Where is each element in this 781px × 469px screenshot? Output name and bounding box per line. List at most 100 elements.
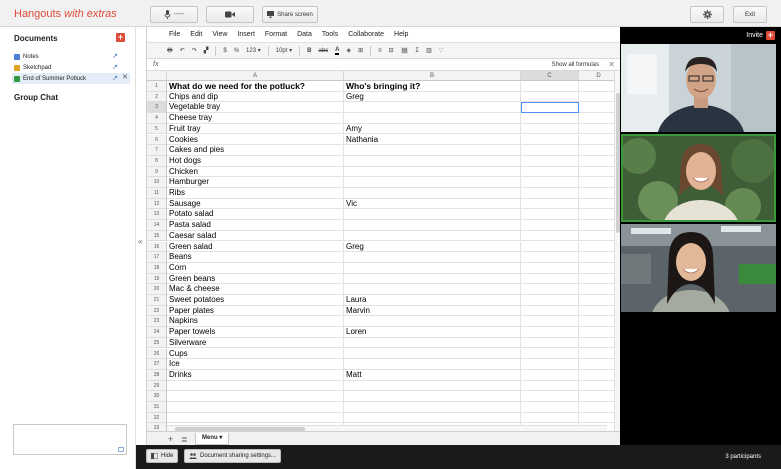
row-header[interactable]: 17	[147, 252, 167, 263]
table-cell[interactable]	[344, 102, 521, 114]
formula-bar[interactable]: fx Show all formulas ✕	[147, 60, 621, 71]
table-cell[interactable]	[344, 177, 521, 188]
table-cell[interactable]: Loren	[344, 327, 521, 338]
row-header[interactable]: 33	[147, 423, 167, 431]
paint-format-icon[interactable]: ▞	[204, 47, 209, 54]
table-cell[interactable]	[521, 316, 579, 328]
table-cell[interactable]	[579, 209, 615, 221]
table-cell[interactable]: Green salad	[167, 241, 344, 253]
font-size-dropdown[interactable]: 10pt ▾	[276, 47, 292, 54]
table-cell[interactable]: Greg	[344, 241, 521, 253]
table-cell[interactable]	[521, 369, 579, 381]
menu-item-data[interactable]: Data	[297, 31, 312, 38]
row-header[interactable]: 26	[147, 348, 167, 360]
table-cell[interactable]: Nathania	[344, 134, 521, 146]
table-cell[interactable]	[521, 295, 579, 306]
table-cell[interactable]	[344, 188, 521, 199]
table-cell[interactable]: Sweet potatoes	[167, 295, 344, 306]
table-cell[interactable]	[167, 380, 344, 392]
text-color-icon[interactable]: A	[335, 47, 340, 55]
table-cell[interactable]: Cookies	[167, 134, 344, 146]
table-cell[interactable]	[344, 284, 521, 295]
table-cell[interactable]: Caesar salad	[167, 230, 344, 242]
add-sheet-icon[interactable]: +	[168, 434, 173, 444]
row-header[interactable]: 10	[147, 177, 167, 188]
row-header[interactable]: 3	[147, 102, 167, 114]
select-all-corner[interactable]	[147, 71, 167, 81]
table-cell[interactable]	[521, 327, 579, 338]
table-cell[interactable]: Chips and dip	[167, 91, 344, 103]
table-cell[interactable]: Silverware	[167, 337, 344, 349]
table-cell[interactable]: Paper plates	[167, 305, 344, 317]
table-cell[interactable]	[521, 166, 579, 178]
table-cell[interactable]: Matt	[344, 369, 521, 381]
close-icon[interactable]: ✕	[608, 60, 615, 69]
table-cell[interactable]	[579, 135, 615, 146]
wrap-text-icon[interactable]: ▤	[400, 47, 409, 54]
borders-icon[interactable]: ⊞	[358, 47, 363, 54]
table-cell[interactable]: Vegetable tray	[167, 102, 344, 114]
table-cell[interactable]	[344, 230, 521, 242]
table-cell[interactable]	[521, 91, 579, 103]
column-header-d[interactable]: D	[579, 71, 615, 81]
row-header[interactable]: 22	[147, 305, 167, 317]
hide-button[interactable]: Hide	[146, 449, 179, 463]
table-cell[interactable]	[521, 402, 579, 413]
menu-item-help[interactable]: Help	[394, 31, 408, 38]
table-cell[interactable]	[521, 220, 579, 231]
table-cell[interactable]	[344, 359, 521, 370]
row-header[interactable]: 29	[147, 380, 167, 392]
table-cell[interactable]	[579, 177, 615, 188]
table-cell[interactable]	[579, 252, 615, 263]
table-cell[interactable]	[579, 188, 615, 199]
participant-video-3[interactable]	[621, 224, 776, 312]
table-cell[interactable]: Cheese tray	[167, 113, 344, 124]
table-cell[interactable]	[344, 166, 521, 178]
close-icon[interactable]: ✕	[122, 73, 128, 81]
table-cell[interactable]	[521, 284, 579, 295]
open-in-new-icon[interactable]: ↗	[112, 74, 118, 82]
open-in-new-icon[interactable]: ↗	[112, 52, 118, 60]
table-cell[interactable]	[167, 402, 344, 413]
undo-icon[interactable]: ↶	[180, 47, 185, 54]
row-header[interactable]: 18	[147, 262, 167, 274]
table-cell[interactable]: Paper towels	[167, 327, 344, 338]
add-document-button[interactable]: +	[116, 33, 125, 42]
table-cell[interactable]	[344, 145, 521, 156]
redo-icon[interactable]: ↷	[192, 47, 197, 54]
table-cell[interactable]: Fruit tray	[167, 123, 344, 135]
table-cell[interactable]	[579, 402, 615, 413]
table-cell[interactable]: Chicken	[167, 166, 344, 178]
table-cell[interactable]	[167, 391, 344, 402]
currency-button[interactable]: $	[223, 48, 226, 54]
table-cell[interactable]	[344, 380, 521, 392]
table-cell[interactable]	[521, 155, 579, 167]
chart-icon[interactable]: ▥	[426, 47, 432, 54]
sheet-menu-tab[interactable]: Menu ▾	[195, 433, 230, 445]
menu-item-insert[interactable]: Insert	[237, 31, 255, 38]
table-cell[interactable]: Hamburger	[167, 177, 344, 188]
table-cell[interactable]	[521, 198, 579, 210]
table-cell[interactable]	[579, 381, 615, 392]
row-header[interactable]: 24	[147, 327, 167, 338]
table-cell[interactable]	[344, 348, 521, 360]
table-cell[interactable]	[579, 167, 615, 178]
table-cell[interactable]: Hot dogs	[167, 155, 344, 167]
menu-item-view[interactable]: View	[212, 31, 227, 38]
table-cell[interactable]: Napkins	[167, 316, 344, 328]
table-cell[interactable]	[579, 370, 615, 381]
row-header[interactable]: 31	[147, 402, 167, 413]
table-cell[interactable]	[521, 209, 579, 221]
column-header-c[interactable]: C	[521, 71, 579, 81]
table-cell[interactable]: Mac & cheese	[167, 284, 344, 295]
participant-video-2[interactable]	[621, 134, 776, 222]
table-cell[interactable]: Corn	[167, 262, 344, 274]
table-cell[interactable]: Who's bringing it?	[344, 81, 521, 92]
table-cell[interactable]: Sausage	[167, 198, 344, 210]
table-cell[interactable]	[521, 145, 579, 156]
table-cell[interactable]	[521, 273, 579, 285]
doc-item-potluck[interactable]: End of Summer Potluck ↗ ✕	[12, 73, 130, 84]
table-cell[interactable]	[344, 273, 521, 285]
table-cell[interactable]	[579, 327, 615, 338]
table-cell[interactable]	[579, 156, 615, 167]
